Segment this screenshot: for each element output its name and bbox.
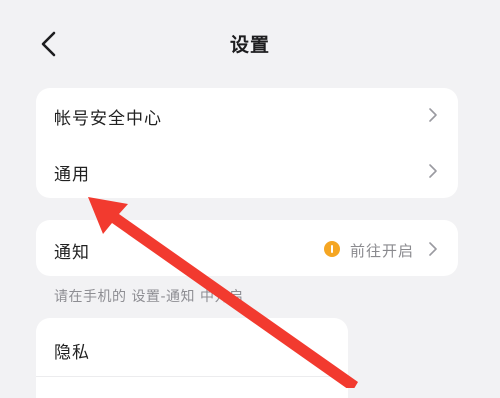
chevron-right-icon bbox=[429, 108, 437, 122]
privacy-label: 隐私 bbox=[54, 343, 90, 363]
chevron-right-icon bbox=[429, 242, 437, 256]
privacy-item[interactable]: 隐私 bbox=[36, 322, 348, 376]
privacy-card: 隐私 bbox=[36, 318, 348, 398]
info-dot-icon bbox=[324, 241, 340, 257]
notification-status-text: 前往开启 bbox=[349, 242, 414, 260]
page-title: 设置 bbox=[229, 34, 270, 56]
notification-hint: 请在手机的 设置-通知 中开启 bbox=[54, 289, 244, 305]
general-label: 通用 bbox=[54, 165, 90, 185]
chevron-right-icon bbox=[429, 164, 437, 178]
account-security-center-label: 帐号安全中心 bbox=[54, 109, 162, 129]
general-item[interactable]: 通用 bbox=[36, 144, 458, 198]
notification-label: 通知 bbox=[54, 243, 90, 263]
navigation-bar: 设置 bbox=[0, 0, 500, 82]
divider bbox=[36, 376, 348, 377]
notification-item[interactable]: 通知 前往开启 bbox=[36, 222, 458, 276]
notification-card: 通知 前往开启 bbox=[36, 220, 458, 276]
account-settings-card: 帐号安全中心 通用 bbox=[36, 88, 458, 198]
account-security-center-item[interactable]: 帐号安全中心 bbox=[36, 88, 458, 142]
